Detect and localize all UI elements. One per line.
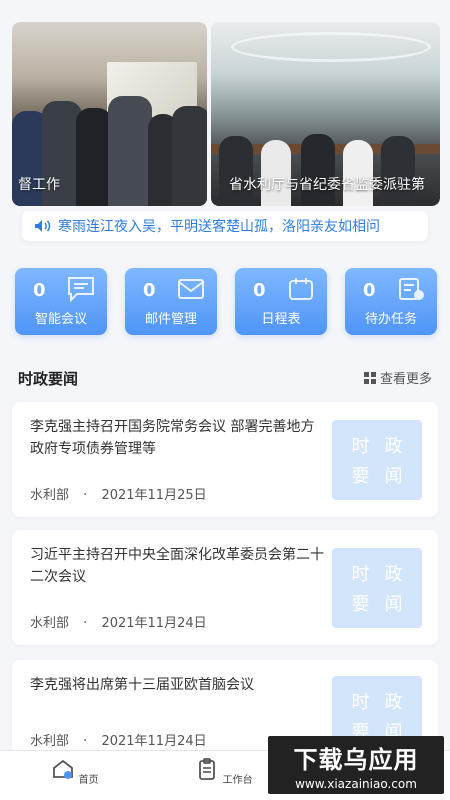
- nav-home[interactable]: 首页: [45, 757, 105, 786]
- news-meta: 水利部 · 2021年11月25日: [30, 488, 207, 503]
- tile-label: 智能会议: [34, 312, 87, 327]
- banner-slide-1[interactable]: 督工作: [12, 22, 207, 206]
- watermark-main: 下载乌应用: [293, 746, 419, 774]
- banner-slide-2[interactable]: 省水利厅与省纪委省监委派驻第: [211, 22, 440, 206]
- site-watermark: 下载乌应用 www.xiazainiao.com: [268, 736, 444, 794]
- news-thumbnail: 时政 要闻: [332, 548, 422, 628]
- watermark-url: www.xiazainiao.com: [295, 777, 417, 791]
- tile-schedule[interactable]: 0 日程表: [235, 268, 327, 335]
- tile-count: 0: [143, 280, 156, 301]
- notice-text: 寒雨连江夜入吴，平明送客楚山孤，洛阳亲友如相问: [58, 219, 380, 235]
- grid-icon: [363, 371, 376, 384]
- tile-label: 日程表: [261, 312, 301, 327]
- tile-label: 待办任务: [364, 312, 417, 327]
- news-title: 习近平主持召开中央全面深化改革委员会第二十二次会议: [30, 547, 324, 585]
- home-icon: [53, 759, 74, 779]
- banner-carousel[interactable]: 督工作 省水利厅与省纪委省监委派驻第: [12, 22, 440, 206]
- view-more-link[interactable]: 查看更多: [363, 368, 432, 387]
- tile-count: 0: [33, 280, 46, 301]
- tile-smart-meeting[interactable]: 0 智能会议: [15, 268, 107, 335]
- tile-label: 邮件管理: [144, 312, 197, 327]
- banner-ceiling-light: [231, 32, 431, 62]
- news-source: 水利部: [30, 734, 70, 749]
- nav-workbench[interactable]: 工作台: [194, 757, 254, 786]
- calendar-icon: [289, 278, 313, 300]
- tile-count: 0: [363, 280, 376, 301]
- news-meta: 水利部 · 2021年11月24日: [30, 734, 207, 749]
- news-date: 2021年11月24日: [101, 616, 207, 631]
- banner-caption: 督工作: [18, 177, 60, 193]
- speaker-icon: [35, 220, 51, 232]
- nav-workbench-label: 工作台: [222, 775, 253, 786]
- section-title: 时政要闻: [18, 370, 79, 388]
- tile-mail-management[interactable]: 0 邮件管理: [125, 268, 217, 335]
- news-date: 2021年11月25日: [101, 488, 207, 503]
- news-source: 水利部: [30, 616, 70, 631]
- notice-bar[interactable]: 寒雨连江夜入吴，平明送客楚山孤，洛阳亲友如相问: [22, 211, 428, 241]
- mail-icon: [178, 279, 204, 299]
- news-card[interactable]: 李克强主持召开国务院常务会议 部署完善地方政府专项债券管理等 水利部 · 202…: [12, 402, 438, 517]
- news-card[interactable]: 习近平主持召开中央全面深化改革委员会第二十二次会议 水利部 · 2021年11月…: [12, 530, 438, 645]
- chat-icon: [68, 277, 94, 302]
- news-meta: 水利部 · 2021年11月24日: [30, 616, 207, 631]
- task-icon: [399, 278, 424, 300]
- tile-todo-tasks[interactable]: 0 待办任务: [345, 268, 437, 335]
- clipboard-icon: [199, 758, 216, 780]
- news-title: 李克强主持召开国务院常务会议 部署完善地方政府专项债券管理等: [30, 419, 315, 457]
- view-more-label: 查看更多: [379, 372, 432, 387]
- news-title: 李克强将出席第十三届亚欧首脑会议: [30, 677, 254, 693]
- news-source: 水利部: [30, 488, 70, 503]
- tile-count: 0: [253, 280, 266, 301]
- nav-home-label: 首页: [78, 775, 99, 786]
- news-thumbnail: 时政 要闻: [332, 420, 422, 500]
- news-date: 2021年11月24日: [101, 734, 207, 749]
- banner-caption: 省水利厅与省纪委省监委派驻第: [229, 177, 425, 193]
- quick-tiles: 0 智能会议 0 邮件管理 0 日程表 0 待办任务: [15, 268, 437, 338]
